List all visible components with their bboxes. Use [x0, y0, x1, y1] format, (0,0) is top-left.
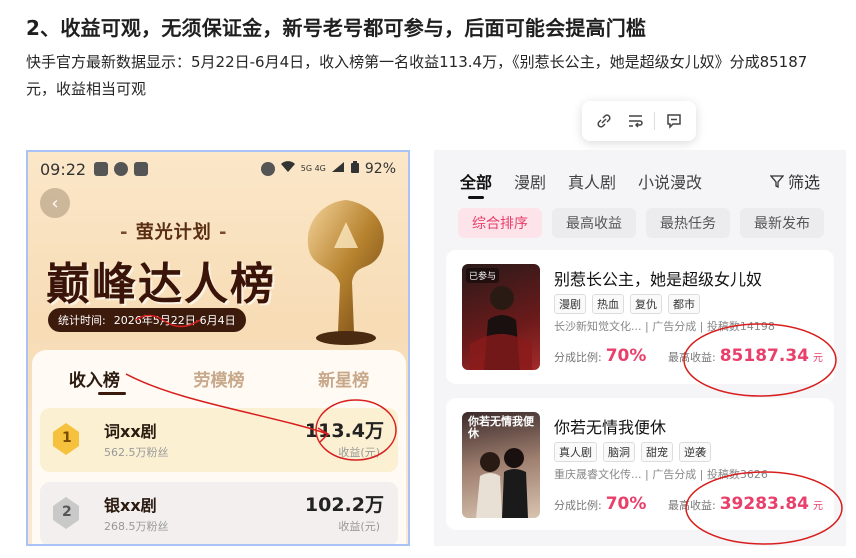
comment-icon[interactable]	[661, 108, 687, 134]
leaderboard-screenshot: 09:22 5G 4G 92% ‹ - 萤光计划 - 巅峰达人榜 统计时间: 2…	[26, 150, 410, 546]
handwritten-annotation	[683, 323, 843, 545]
article-paragraph: 快手官方最新数据显示：5月22日-6月4日，收入榜第一名收益113.4万，《别惹…	[26, 53, 808, 98]
link-icon[interactable]	[591, 108, 617, 134]
task-list-screenshot: 全部 漫剧 真人剧 小说漫改 筛选 综合排序 最高收益 最热任务 最新发布 已参…	[434, 150, 846, 546]
toolbar-divider	[654, 112, 656, 130]
floating-toolbar	[582, 101, 696, 141]
handwritten-annotation	[125, 314, 397, 461]
wrap-icon[interactable]	[623, 108, 649, 134]
article-heading: 2、收益可观，无须保证金，新号老号都可参与，后面可能会提高门槛	[26, 16, 647, 40]
